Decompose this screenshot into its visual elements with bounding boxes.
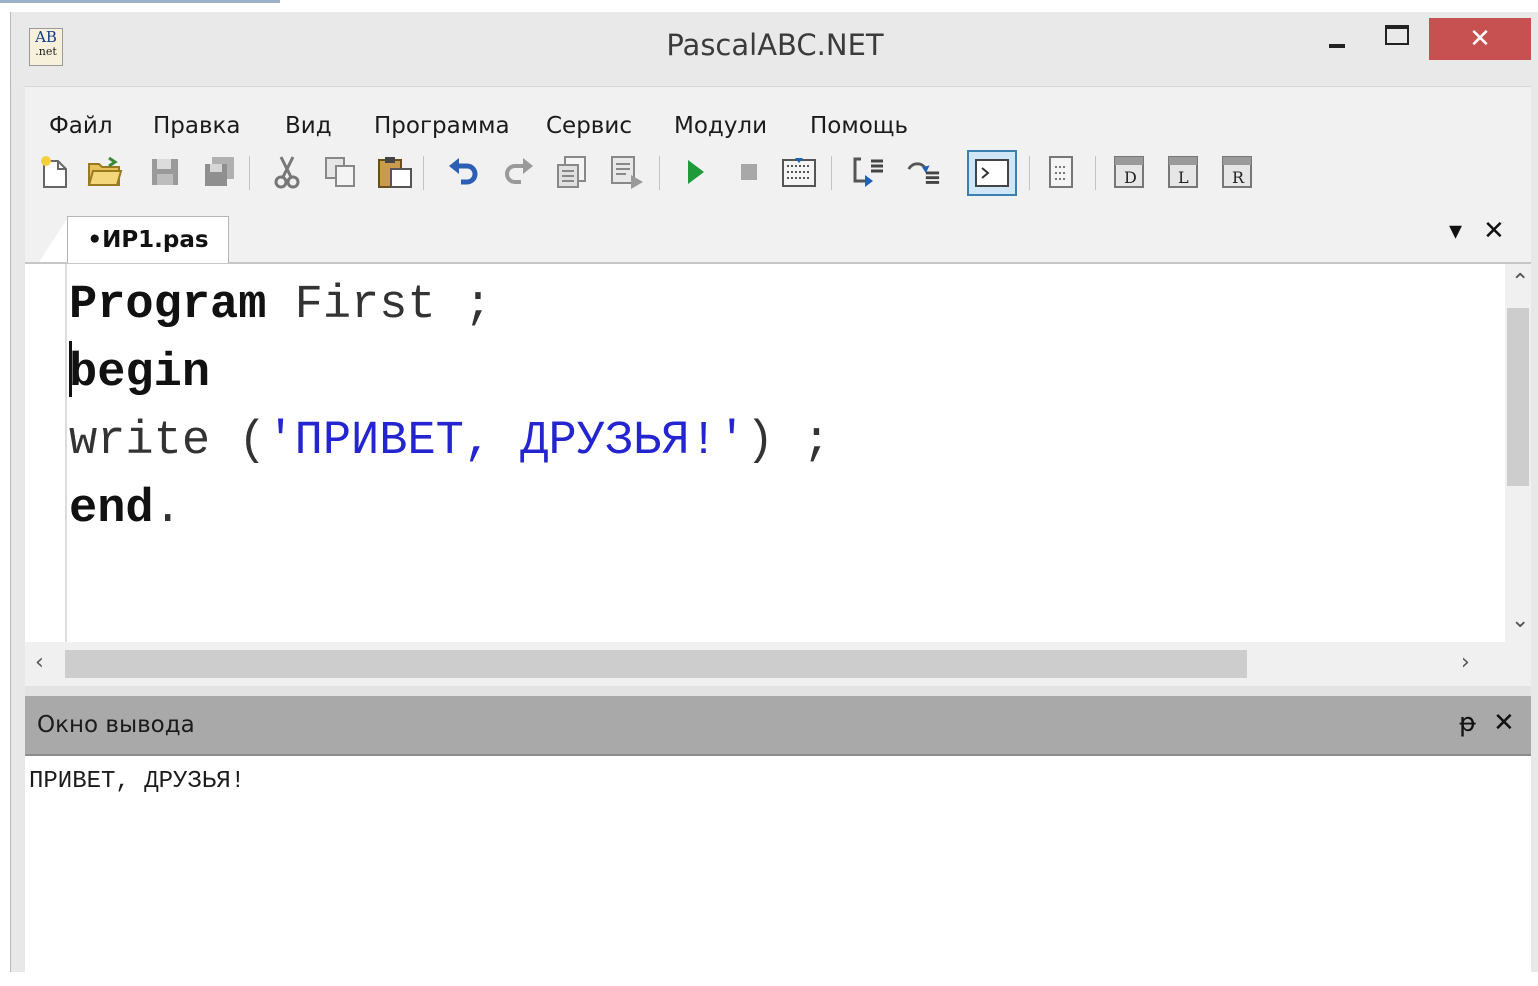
menu-view[interactable]: Вид — [285, 113, 332, 139]
editor-tab-strip: •ИР1.pas ▾ ✕ — [25, 202, 1531, 264]
undo-icon[interactable] — [445, 154, 481, 190]
menu-service[interactable]: Сервис — [546, 113, 632, 139]
close-icon: ✕ — [1469, 24, 1491, 54]
new-file-icon[interactable] — [37, 154, 73, 190]
save-all-icon[interactable] — [201, 154, 237, 190]
find-icon[interactable] — [555, 154, 591, 190]
scroll-up-icon[interactable]: ⌃ — [1511, 270, 1529, 295]
step-into-icon[interactable] — [851, 154, 887, 190]
debug-r-icon[interactable]: R — [1219, 154, 1255, 190]
toolbar-separator — [249, 156, 250, 190]
toolbar: D L R — [25, 146, 1531, 202]
debug-l-icon[interactable]: L — [1165, 154, 1201, 190]
copy-icon[interactable] — [323, 154, 359, 190]
output-panel-title: Окно вывода — [37, 712, 195, 738]
keyword-program: Program — [69, 279, 267, 332]
code-text[interactable]: Program First ; begin write ('ПРИВЕТ, ДРУЗ… — [69, 272, 831, 544]
title-bar[interactable]: AB .net PascalABC.NET ✕ — [11, 12, 1538, 86]
redo-icon[interactable] — [501, 154, 537, 190]
replace-icon[interactable] — [609, 154, 645, 190]
svg-text:R: R — [1232, 168, 1245, 187]
save-icon[interactable] — [147, 154, 183, 190]
editor-gutter — [25, 264, 67, 642]
app-window: AB .net PascalABC.NET ✕ Файл Правка Вид … — [10, 12, 1538, 986]
code-line-1: Program First ; — [69, 272, 831, 340]
step-over-icon[interactable] — [905, 154, 941, 190]
toolbar-separator — [659, 156, 660, 190]
vertical-scroll-thumb[interactable] — [1507, 308, 1529, 486]
menu-modules[interactable]: Модули — [674, 113, 767, 139]
output-text: ПРИВЕТ, ДРУЗЬЯ! — [29, 768, 246, 795]
keyword-end: end — [69, 483, 154, 536]
toolbar-separator — [831, 156, 832, 190]
menu-program[interactable]: Программа — [374, 113, 510, 139]
svg-text:D: D — [1124, 168, 1137, 187]
tab-ip1-pas[interactable]: •ИР1.pas — [67, 216, 229, 263]
paste-icon[interactable] — [377, 154, 413, 190]
code-line-2: begin — [69, 340, 831, 408]
close-button[interactable]: ✕ — [1429, 18, 1531, 60]
editor-vertical-scrollbar[interactable]: ⌃ ⌄ — [1505, 264, 1531, 642]
console-icon[interactable] — [967, 150, 1017, 196]
run-icon[interactable] — [677, 154, 713, 190]
toolbar-separator — [423, 156, 424, 190]
maximize-icon — [1385, 25, 1409, 45]
menu-bar: Файл Правка Вид Программа Сервис Модули … — [25, 86, 1531, 147]
horizontal-scroll-thumb[interactable] — [65, 650, 1247, 678]
minimize-button[interactable] — [1311, 18, 1363, 60]
desktop-strip — [0, 0, 1538, 12]
window-title: PascalABC.NET — [666, 28, 884, 62]
stop-icon[interactable] — [731, 154, 767, 190]
minimize-icon — [1329, 44, 1345, 48]
pin-icon[interactable]: ᵽ — [1459, 708, 1476, 738]
output-window[interactable]: ПРИВЕТ, ДРУЗЬЯ! — [25, 754, 1531, 986]
panel-splitter[interactable] — [25, 686, 1531, 696]
output-close-icon[interactable]: ✕ — [1493, 708, 1515, 738]
menu-file[interactable]: Файл — [49, 113, 113, 139]
tab-list-dropdown-icon[interactable]: ▾ — [1449, 216, 1462, 246]
code-text-segment: . — [153, 483, 182, 536]
code-line-4: end. — [69, 476, 831, 544]
svg-text:L: L — [1178, 168, 1189, 187]
desktop-accent — [0, 0, 280, 3]
compile-icon[interactable] — [781, 154, 817, 190]
scroll-left-icon[interactable]: ‹ — [35, 650, 44, 675]
scroll-right-icon[interactable]: › — [1461, 650, 1470, 675]
form-icon[interactable] — [1043, 154, 1079, 190]
output-panel-header: Окно вывода ᵽ ✕ — [25, 696, 1531, 754]
string-literal: 'ПРИВЕТ, ДРУЗЬЯ!' — [266, 415, 746, 468]
menu-edit[interactable]: Правка — [153, 113, 241, 139]
toolbar-separator — [1095, 156, 1096, 190]
code-text-segment: First ; — [266, 279, 493, 332]
open-folder-icon[interactable] — [87, 154, 123, 190]
code-text-segment: write ( — [69, 415, 267, 468]
maximize-button[interactable] — [1371, 18, 1423, 60]
editor-horizontal-scrollbar[interactable]: ‹ › — [25, 642, 1531, 686]
code-editor[interactable]: Program First ; begin write ('ПРИВЕТ, ДРУЗ… — [25, 264, 1531, 642]
cut-icon[interactable] — [269, 154, 305, 190]
tab-corner — [39, 216, 69, 262]
tab-close-icon[interactable]: ✕ — [1483, 216, 1505, 246]
scroll-down-icon[interactable]: ⌄ — [1511, 608, 1529, 633]
keyword-begin: begin — [69, 347, 211, 400]
menu-help[interactable]: Помощь — [810, 113, 908, 139]
toolbar-separator — [1029, 156, 1030, 190]
code-line-3: write ('ПРИВЕТ, ДРУЗЬЯ!') ; — [69, 408, 831, 476]
debug-d-icon[interactable]: D — [1111, 154, 1147, 190]
code-text-segment: ) ; — [745, 415, 831, 468]
